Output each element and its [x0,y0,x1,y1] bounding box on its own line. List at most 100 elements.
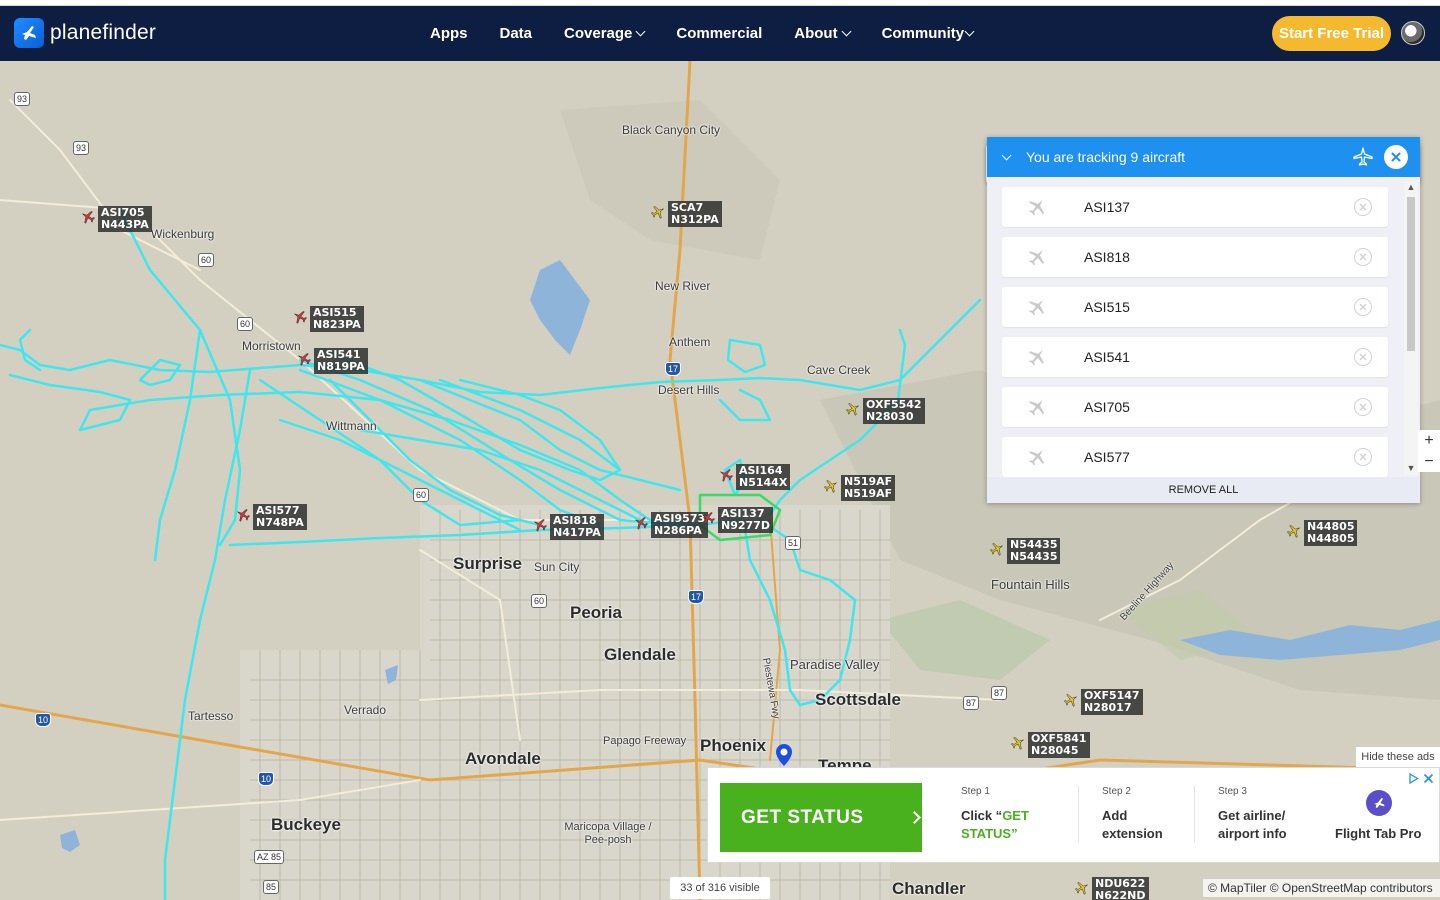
scroll-up-arrow[interactable]: ▲ [1406,182,1416,192]
aircraft-marker[interactable]: ASI137 N9277D [701,507,773,533]
location-pin-icon[interactable] [776,744,792,766]
place-label: Anthem [669,335,711,349]
place-label: Cave Creek [807,363,871,377]
aircraft-registration: N748PA [256,516,304,529]
main-nav: Apps Data Coverage Commercial About Comm… [430,6,1005,61]
chevron-down-icon [635,26,646,37]
aircraft-marker[interactable]: ASI818 N417PA [533,514,604,540]
get-status-label: GET STATUS [741,806,864,828]
nav-coverage-label: Coverage [564,25,633,42]
aircraft-marker[interactable]: ASI577 N748PA [236,504,307,530]
remove-tracked-button[interactable] [1354,398,1372,416]
tracked-aircraft-row[interactable]: ASI705 [1002,387,1388,427]
aircraft-icon [702,512,715,525]
close-icon [1359,253,1367,261]
tracked-aircraft-callsign: ASI137 [1084,199,1130,215]
aircraft-icon [1064,694,1077,707]
start-free-trial-button[interactable]: Start Free Trial [1272,16,1391,51]
tracked-aircraft-row[interactable]: ASI515 [1002,287,1388,327]
aircraft-registration: N622ND [1095,889,1146,900]
zoom-out-button[interactable]: − [1424,453,1433,471]
place-label: Wickenburg [151,227,215,241]
aircraft-label: OXF5841 N28045 [1028,732,1090,758]
tracked-aircraft-row[interactable]: ASI137 [1002,187,1388,227]
nav-apps[interactable]: Apps [430,25,468,42]
aircraft-icon [298,353,311,366]
zoom-in-button[interactable]: + [1424,432,1433,450]
collapse-chevron-icon[interactable] [1001,150,1012,160]
adchoices-icon[interactable] [1408,773,1419,784]
step-text-quote: ” [1011,826,1018,841]
close-tracking-button[interactable] [1384,145,1408,169]
planefinder-logo[interactable]: planefinder [14,18,156,48]
hide-ads-button[interactable]: Hide these ads [1356,747,1440,767]
aircraft-marker[interactable]: SCA7 N312PA [651,201,722,227]
close-ad-icon[interactable] [1423,773,1434,784]
place-label: Tartesso [188,709,234,723]
map-attribution[interactable]: © MapTiler © OpenStreetMap contributors [1203,879,1440,897]
nav-community[interactable]: Community [881,25,975,42]
aircraft-marker[interactable]: OXF5542 N28030 [846,398,925,424]
ad-banner: GET STATUS Step 1 Click “GET STATUS” Ste… [707,767,1440,863]
aircraft-marker[interactable]: NDU622 N622ND [1075,877,1149,900]
aircraft-registration: N28045 [1031,744,1079,757]
remove-tracked-button[interactable] [1354,298,1372,316]
aircraft-icon [294,311,307,324]
nav-commercial[interactable]: Commercial [676,25,762,42]
aircraft-icon [720,469,733,482]
scroll-down-arrow[interactable]: ▼ [1406,463,1416,473]
aircraft-label: OXF5542 N28030 [863,398,925,424]
aircraft-marker[interactable]: N44805 N44805 [1287,520,1358,546]
aircraft-add-icon[interactable] [1352,147,1374,167]
city-label: Avondale [465,749,541,768]
aircraft-marker[interactable]: OXF5147 N28017 [1064,689,1143,715]
tracked-aircraft-row[interactable]: ASI818 [1002,237,1388,277]
tracked-aircraft-callsign: ASI818 [1084,249,1130,265]
aircraft-marker[interactable]: ASI705 N443PA [81,206,152,232]
aircraft-marker[interactable]: ASI541 N819PA [297,348,368,374]
nav-about[interactable]: About [794,25,852,42]
aircraft-icon [846,403,859,416]
aircraft-marker[interactable]: N54435 N54435 [990,538,1061,564]
nav-coverage[interactable]: Coverage [564,25,646,42]
scroll-thumb[interactable] [1407,197,1415,351]
ad-step-1: Step 1 Click “GET STATUS” [961,786,1061,843]
aircraft-marker[interactable]: ASI164 N5144X [719,464,791,490]
route-shield: 60 [531,594,548,608]
tracked-aircraft-row[interactable]: ASI577 [1002,437,1388,477]
tracking-title: You are tracking 9 aircraft [1026,149,1186,165]
plane-icon [1029,350,1044,366]
user-avatar[interactable] [1401,21,1425,45]
nav-data[interactable]: Data [500,25,533,42]
remove-tracked-button[interactable] [1354,348,1372,366]
remove-tracked-button[interactable] [1354,198,1372,216]
aircraft-registration: N443PA [101,218,149,231]
remove-tracked-button[interactable] [1354,448,1372,466]
aircraft-marker[interactable]: ASI9573 N286PA [634,512,709,538]
ad-choices[interactable] [1408,773,1434,784]
remove-all-button[interactable]: REMOVE ALL [987,477,1420,503]
aircraft-label: OXF5147 N28017 [1081,689,1143,715]
route-shield: 93 [14,92,31,106]
nav-community-label: Community [881,25,965,42]
aircraft-marker[interactable]: ASI515 N823PA [293,306,364,332]
remove-tracked-button[interactable] [1354,248,1372,266]
step-number: Step 3 [1218,786,1247,797]
city-label: Phoenix [700,736,767,755]
aircraft-marker[interactable]: N519AF N519AF [824,475,896,501]
tracking-panel-header[interactable]: You are tracking 9 aircraft [987,137,1420,177]
get-status-button[interactable]: GET STATUS [720,783,922,852]
aircraft-marker[interactable]: OXF5841 N28045 [1011,732,1090,758]
tracking-scrollbar[interactable]: ▲ ▼ [1404,181,1418,475]
site-header: planefinder Apps Data Coverage Commercia… [0,6,1440,61]
aircraft-registration: N28030 [866,410,914,423]
chevron-down-icon [841,26,852,37]
tracked-aircraft-row[interactable]: ASI541 [1002,337,1388,377]
aircraft-icon [1011,737,1024,750]
route-shield: 60 [413,488,430,502]
interstate-shield: 10 [258,772,275,786]
aircraft-icon [534,519,547,532]
plane-icon [1029,250,1044,266]
aircraft-label: ASI818 N417PA [550,514,604,540]
close-icon [1359,453,1367,461]
